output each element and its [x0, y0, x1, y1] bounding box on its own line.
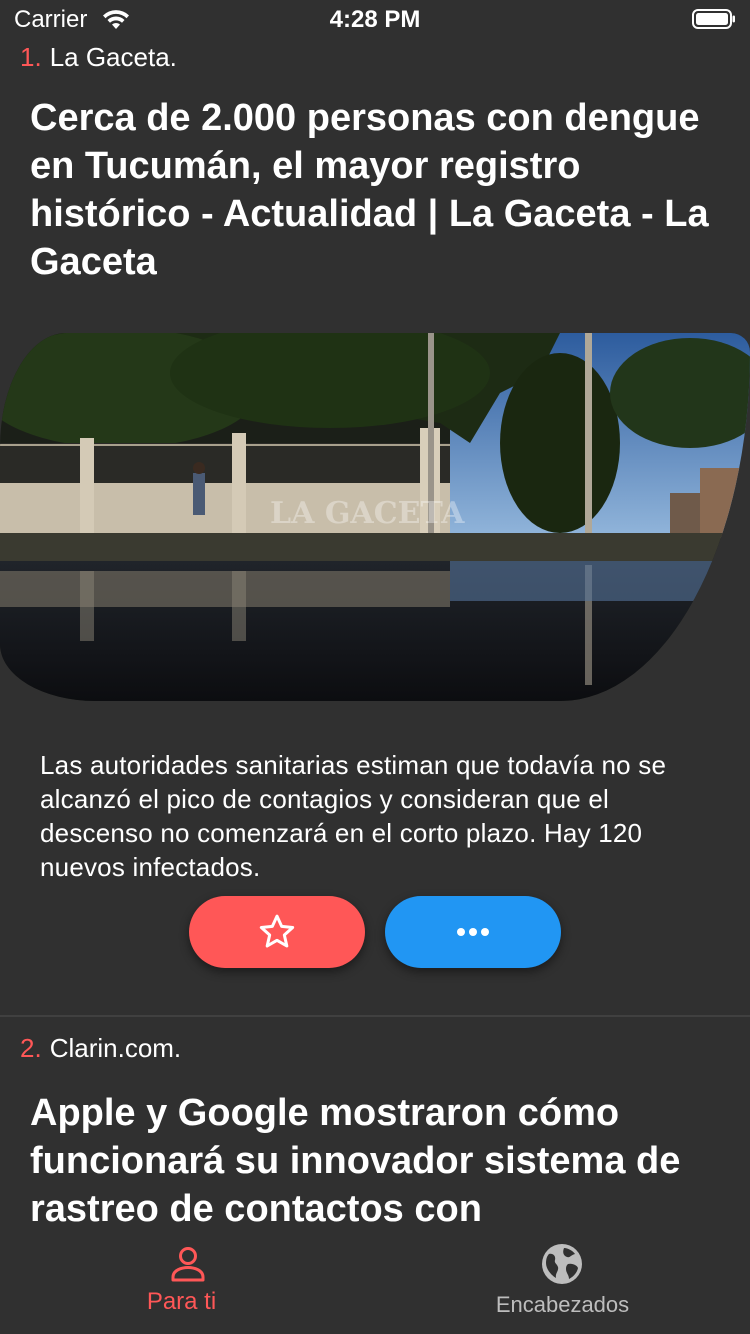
- status-bar: Carrier 4:28 PM: [0, 0, 750, 40]
- source-name: Clarin.com.: [49, 1033, 182, 1063]
- star-outline-icon: [259, 914, 295, 948]
- source-name: La Gaceta.: [49, 42, 177, 72]
- favorite-button[interactable]: [189, 896, 365, 968]
- more-button[interactable]: [385, 896, 561, 968]
- article-headline[interactable]: Cerca de 2.000 personas con dengue en Tu…: [30, 94, 720, 286]
- person-icon: [171, 1247, 205, 1282]
- article-rank: 2.: [20, 1033, 42, 1063]
- tab-para-ti[interactable]: Para ti: [0, 1230, 375, 1334]
- tab-label: Para ti: [146, 1288, 217, 1315]
- clock: 4:28 PM: [329, 6, 421, 33]
- article-source: 1. La Gaceta.: [20, 42, 177, 73]
- article-summary: Las autoridades sanitarias estiman que t…: [40, 750, 667, 882]
- tab-encabezados[interactable]: Encabezados: [375, 1230, 750, 1334]
- tab-bar: Para ti Encabezados: [0, 1230, 750, 1334]
- battery-icon: [692, 9, 735, 29]
- globe-icon: [542, 1244, 582, 1284]
- tab-label: Encabezados: [495, 1292, 630, 1317]
- article-source: 2. Clarin.com.: [20, 1033, 181, 1064]
- more-dots-icon: [457, 928, 489, 936]
- news-card[interactable]: 2. Clarin.com. Apple y Google mostraron c…: [0, 1017, 750, 1247]
- news-card[interactable]: 1. La Gaceta. Cerca de 2.000 personas con…: [0, 40, 750, 1016]
- article-headline[interactable]: Apple y Google mostraron cómo funcionará…: [30, 1089, 720, 1233]
- article-rank: 1.: [20, 42, 42, 72]
- article-image[interactable]: LA GACETA: [0, 333, 750, 701]
- image-watermark: LA GACETA: [270, 496, 465, 531]
